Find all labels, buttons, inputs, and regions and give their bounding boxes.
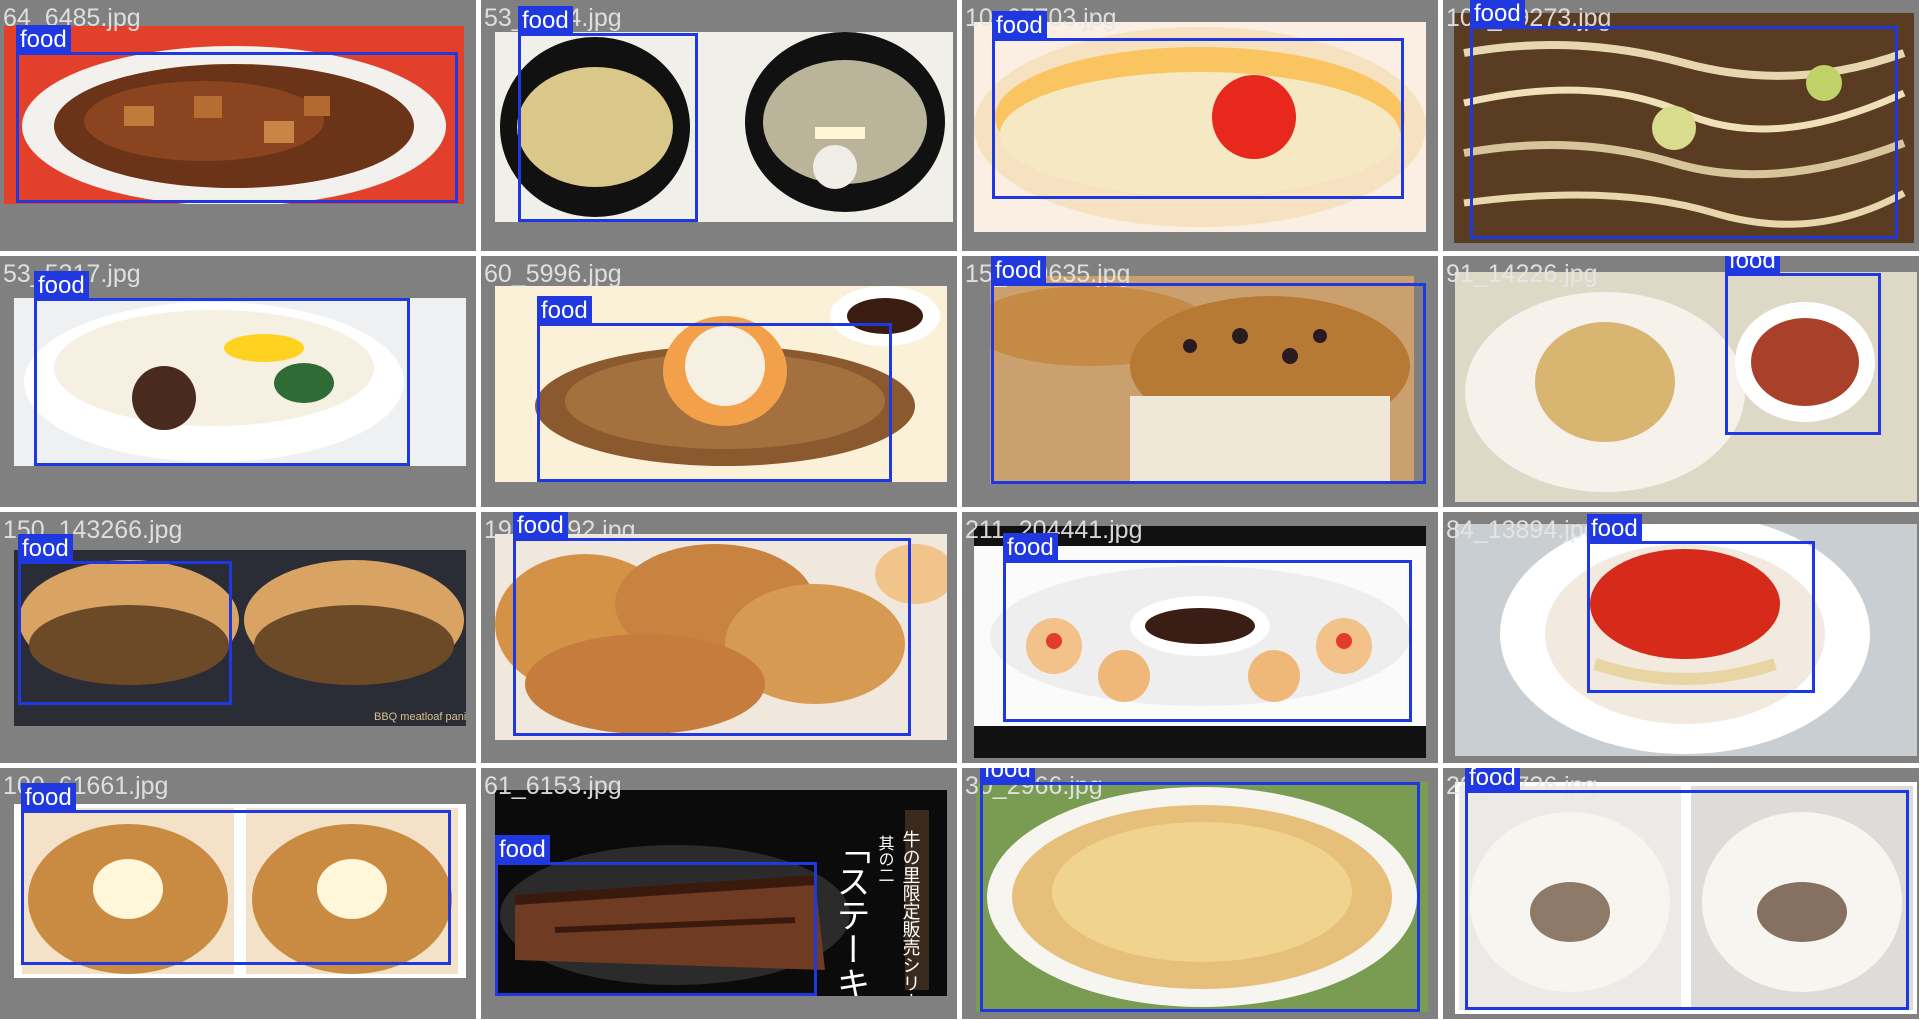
bounding-box: food [518, 6, 698, 222]
box-label: food [1725, 256, 1780, 276]
box-label: food [34, 271, 89, 301]
bounding-box: food [537, 296, 892, 482]
detection-mosaic: 64_6485.jpg food 53_5504.jpg food [0, 0, 1920, 1020]
box-label: food [992, 11, 1047, 41]
tile-3: 10_67703.jpg food [962, 0, 1438, 251]
box-label: food [513, 512, 568, 541]
bounding-box: food [21, 783, 451, 965]
tile-filename: 84_13894.jpg [1446, 516, 1598, 544]
tile-12: 84_13894.jpg food [1443, 512, 1919, 763]
box-label: food [991, 256, 1046, 286]
bounding-box: food [34, 271, 410, 466]
bounding-box: food [1725, 256, 1881, 435]
box-label: food [1003, 533, 1058, 563]
tile-13: 100_61661.jpg food [0, 768, 476, 1019]
bounding-box: food [980, 768, 1420, 1012]
tile-4: 109_69273.jpg food [1443, 0, 1919, 251]
tile-2: 53_5504.jpg food [481, 0, 957, 251]
tile-10: 19_19292.jpg food [481, 512, 957, 763]
tile-7: 15_149635.jpg food [962, 256, 1438, 507]
bounding-box: food [16, 25, 458, 203]
box-label: food [518, 6, 573, 36]
tile-15: 30_2966.jpg food [962, 768, 1438, 1019]
tile-filename: 91_14226.jpg [1446, 260, 1598, 288]
bounding-box: food [1587, 514, 1815, 693]
vertical-text-1: 牛の里限定販売シリーズ [900, 830, 921, 996]
bounding-box: food [1470, 0, 1898, 239]
tile-1: 64_6485.jpg food [0, 0, 476, 251]
tile-11: 211_204441.jpg food [962, 512, 1438, 763]
box-label: food [16, 25, 71, 55]
caption-text: BBQ meatloaf panini [374, 711, 466, 723]
tile-16: 29_27726.jpg food [1443, 768, 1919, 1019]
box-label: food [21, 783, 76, 813]
bounding-box: food [18, 534, 232, 705]
tile-6: 60_5996.jpg food [481, 256, 957, 507]
bounding-box: food [992, 11, 1404, 199]
tile-8: 91_14226.jpg food [1443, 256, 1919, 507]
tile-14: 牛の里限定販売シリーズ 其の二 「ステーキ」 61_6153.jpg food [481, 768, 957, 1019]
bounding-box: food [495, 835, 817, 996]
box-label: food [537, 296, 592, 326]
bounding-box: food [1465, 768, 1909, 1010]
box-label: food [980, 768, 1035, 785]
bounding-box: food [1003, 533, 1412, 722]
bounding-box: food [513, 512, 911, 736]
box-label: food [18, 534, 73, 564]
box-label: food [1587, 514, 1642, 544]
steak-title-text: 「ステーキ」 [830, 830, 870, 996]
vertical-text-2: 其の二 [876, 835, 895, 883]
box-label: food [1465, 768, 1520, 793]
box-label: food [495, 835, 550, 865]
bounding-box: food [991, 256, 1426, 484]
tile-filename: 60_5996.jpg [484, 260, 622, 288]
box-label: food [1470, 0, 1525, 29]
tile-5: 53_5317.jpg food [0, 256, 476, 507]
tile-filename: 61_6153.jpg [484, 772, 622, 800]
tile-9: BBQ meatloaf panini 150_143266.jpg food [0, 512, 476, 763]
